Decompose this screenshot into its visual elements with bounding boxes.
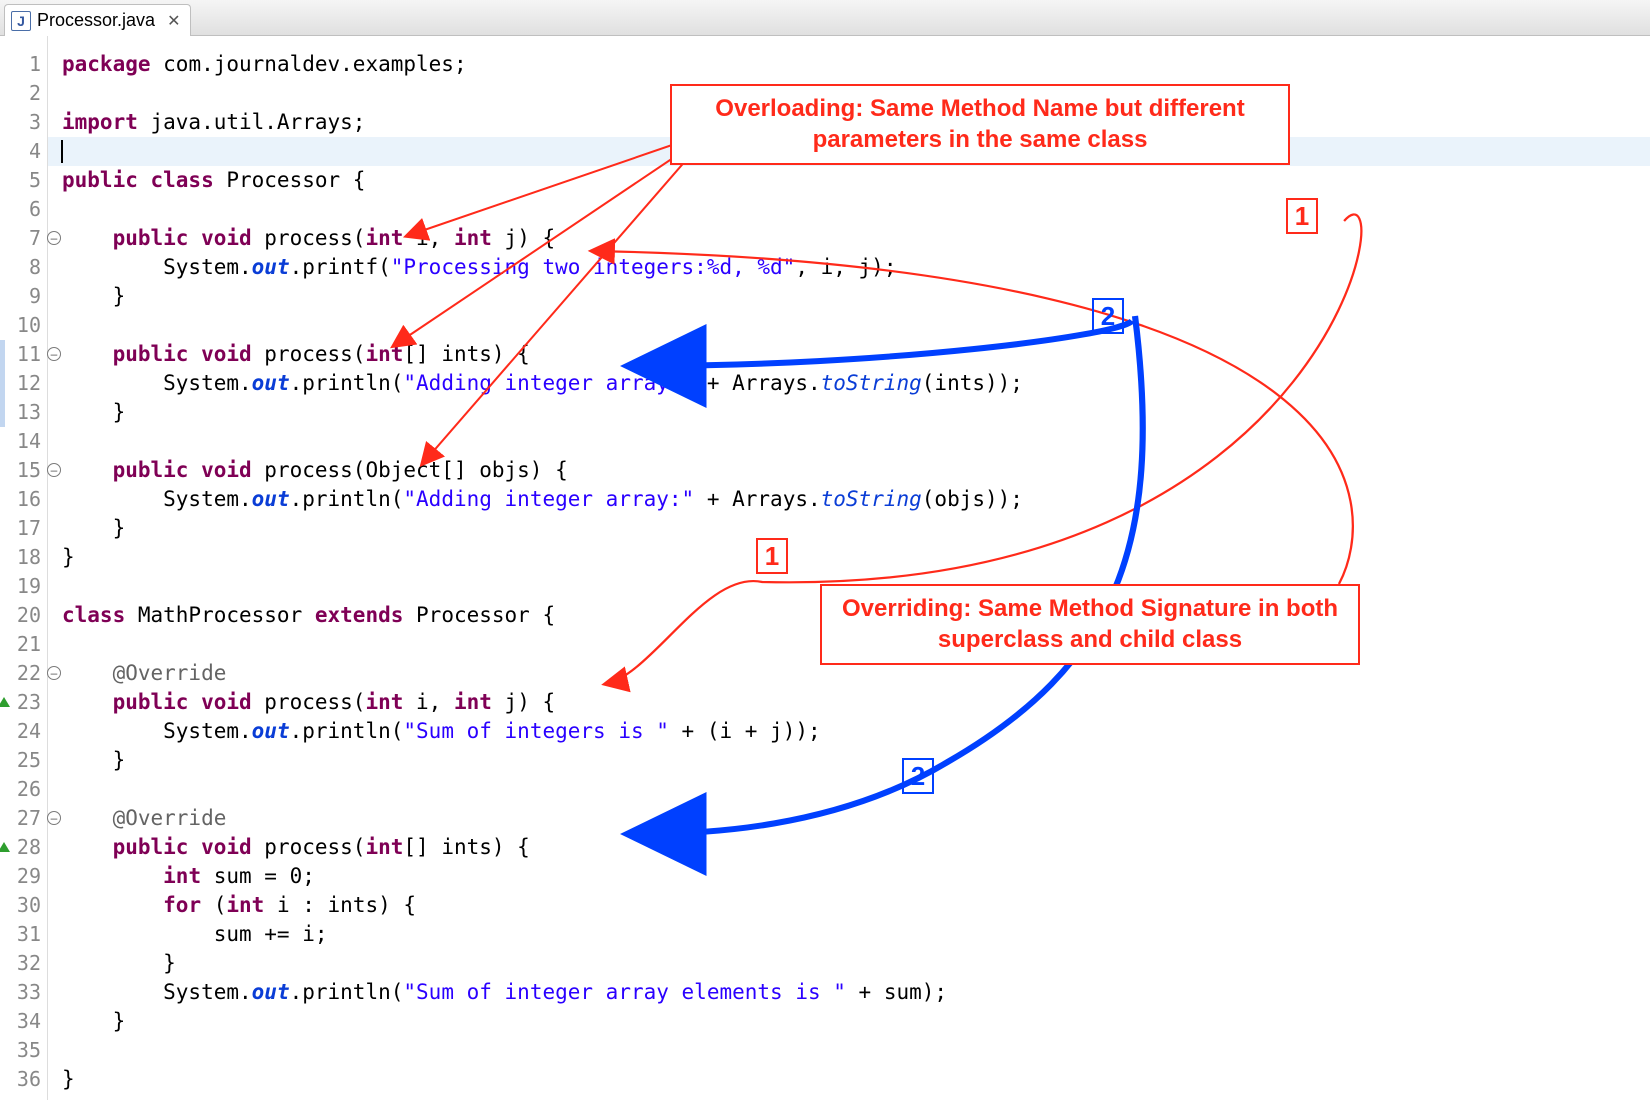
line-number: 1 [0, 50, 47, 79]
code-line[interactable] [62, 427, 1650, 456]
line-number: 9 [0, 282, 47, 311]
code-line[interactable]: @Override [62, 659, 1650, 688]
line-number: 36 [0, 1065, 47, 1094]
code-line[interactable]: public void process(int[] ints) { [62, 340, 1650, 369]
line-number: 11‒ [0, 340, 47, 369]
code-line[interactable]: System.out.println("Sum of integer array… [62, 978, 1650, 1007]
code-line[interactable]: System.out.println("Sum of integers is "… [62, 717, 1650, 746]
code-line[interactable] [62, 79, 1650, 108]
text-cursor [61, 140, 63, 163]
line-number: 3 [0, 108, 47, 137]
line-number: 24 [0, 717, 47, 746]
code-line[interactable]: sum += i; [62, 920, 1650, 949]
code-line[interactable] [62, 311, 1650, 340]
line-number: 32 [0, 949, 47, 978]
line-number: 33 [0, 978, 47, 1007]
override-marker-icon[interactable] [0, 697, 10, 707]
line-number: 8 [0, 253, 47, 282]
line-number: 20 [0, 601, 47, 630]
tab-filename: Processor.java [37, 10, 155, 31]
code-line[interactable]: public void process(int i, int j) { [62, 224, 1650, 253]
line-number: 35 [0, 1036, 47, 1065]
code-line[interactable]: System.out.printf("Processing two intege… [62, 253, 1650, 282]
line-number-gutter: 1234567‒891011‒12131415‒16171819202122‒2… [0, 36, 48, 1100]
code-line[interactable]: import java.util.Arrays; [62, 108, 1650, 137]
line-number: 34 [0, 1007, 47, 1036]
code-line[interactable]: public class Processor { [62, 166, 1650, 195]
code-line[interactable]: public void process(Object[] objs) { [62, 456, 1650, 485]
code-line[interactable]: class MathProcessor extends Processor { [62, 601, 1650, 630]
line-number: 4 [0, 137, 47, 166]
line-number: 2 [0, 79, 47, 108]
code-line[interactable]: } [62, 949, 1650, 978]
code-line[interactable] [62, 572, 1650, 601]
code-line[interactable] [48, 137, 1650, 166]
line-number: 5 [0, 166, 47, 195]
code-line[interactable]: } [62, 1007, 1650, 1036]
code-line[interactable]: for (int i : ints) { [62, 891, 1650, 920]
line-number: 19 [0, 572, 47, 601]
code-line[interactable]: public void process(int i, int j) { [62, 688, 1650, 717]
editor-tab-active[interactable]: J Processor.java ✕ [4, 4, 191, 36]
line-number: 13 [0, 398, 47, 427]
line-number: 26 [0, 775, 47, 804]
code-line[interactable]: } [62, 514, 1650, 543]
code-line[interactable]: @Override [62, 804, 1650, 833]
code-line[interactable] [62, 195, 1650, 224]
code-line[interactable]: int sum = 0; [62, 862, 1650, 891]
override-marker-icon[interactable] [0, 842, 10, 852]
code-line[interactable]: } [62, 543, 1650, 572]
line-number: 7‒ [0, 224, 47, 253]
line-number: 18 [0, 543, 47, 572]
line-number: 21 [0, 630, 47, 659]
code-line[interactable] [62, 1036, 1650, 1065]
code-area[interactable]: package com.journaldev.examples; import j… [48, 36, 1650, 1100]
warning-stripe [0, 340, 5, 427]
line-number: 12 [0, 369, 47, 398]
code-line[interactable]: } [62, 746, 1650, 775]
line-number: 14 [0, 427, 47, 456]
code-line[interactable]: } [62, 282, 1650, 311]
code-line[interactable]: package com.journaldev.examples; [62, 50, 1650, 79]
line-number: 6 [0, 195, 47, 224]
line-number: 28 [0, 833, 47, 862]
code-line[interactable] [62, 630, 1650, 659]
line-number: 16 [0, 485, 47, 514]
code-line[interactable]: System.out.println("Adding integer array… [62, 485, 1650, 514]
code-line[interactable]: public void process(int[] ints) { [62, 833, 1650, 862]
tab-bar: J Processor.java ✕ [0, 0, 1650, 36]
line-number: 15‒ [0, 456, 47, 485]
code-line[interactable]: System.out.println("Adding integer array… [62, 369, 1650, 398]
line-number: 29 [0, 862, 47, 891]
line-number: 31 [0, 920, 47, 949]
line-number: 27‒ [0, 804, 47, 833]
code-line[interactable] [62, 775, 1650, 804]
code-line[interactable]: } [62, 398, 1650, 427]
line-number: 17 [0, 514, 47, 543]
code-line[interactable]: } [62, 1065, 1650, 1094]
line-number: 22‒ [0, 659, 47, 688]
line-number: 25 [0, 746, 47, 775]
java-file-icon: J [11, 11, 31, 31]
editor: 1234567‒891011‒12131415‒16171819202122‒2… [0, 36, 1650, 1100]
close-icon[interactable]: ✕ [167, 11, 180, 31]
line-number: 10 [0, 311, 47, 340]
line-number: 23 [0, 688, 47, 717]
line-number: 30 [0, 891, 47, 920]
